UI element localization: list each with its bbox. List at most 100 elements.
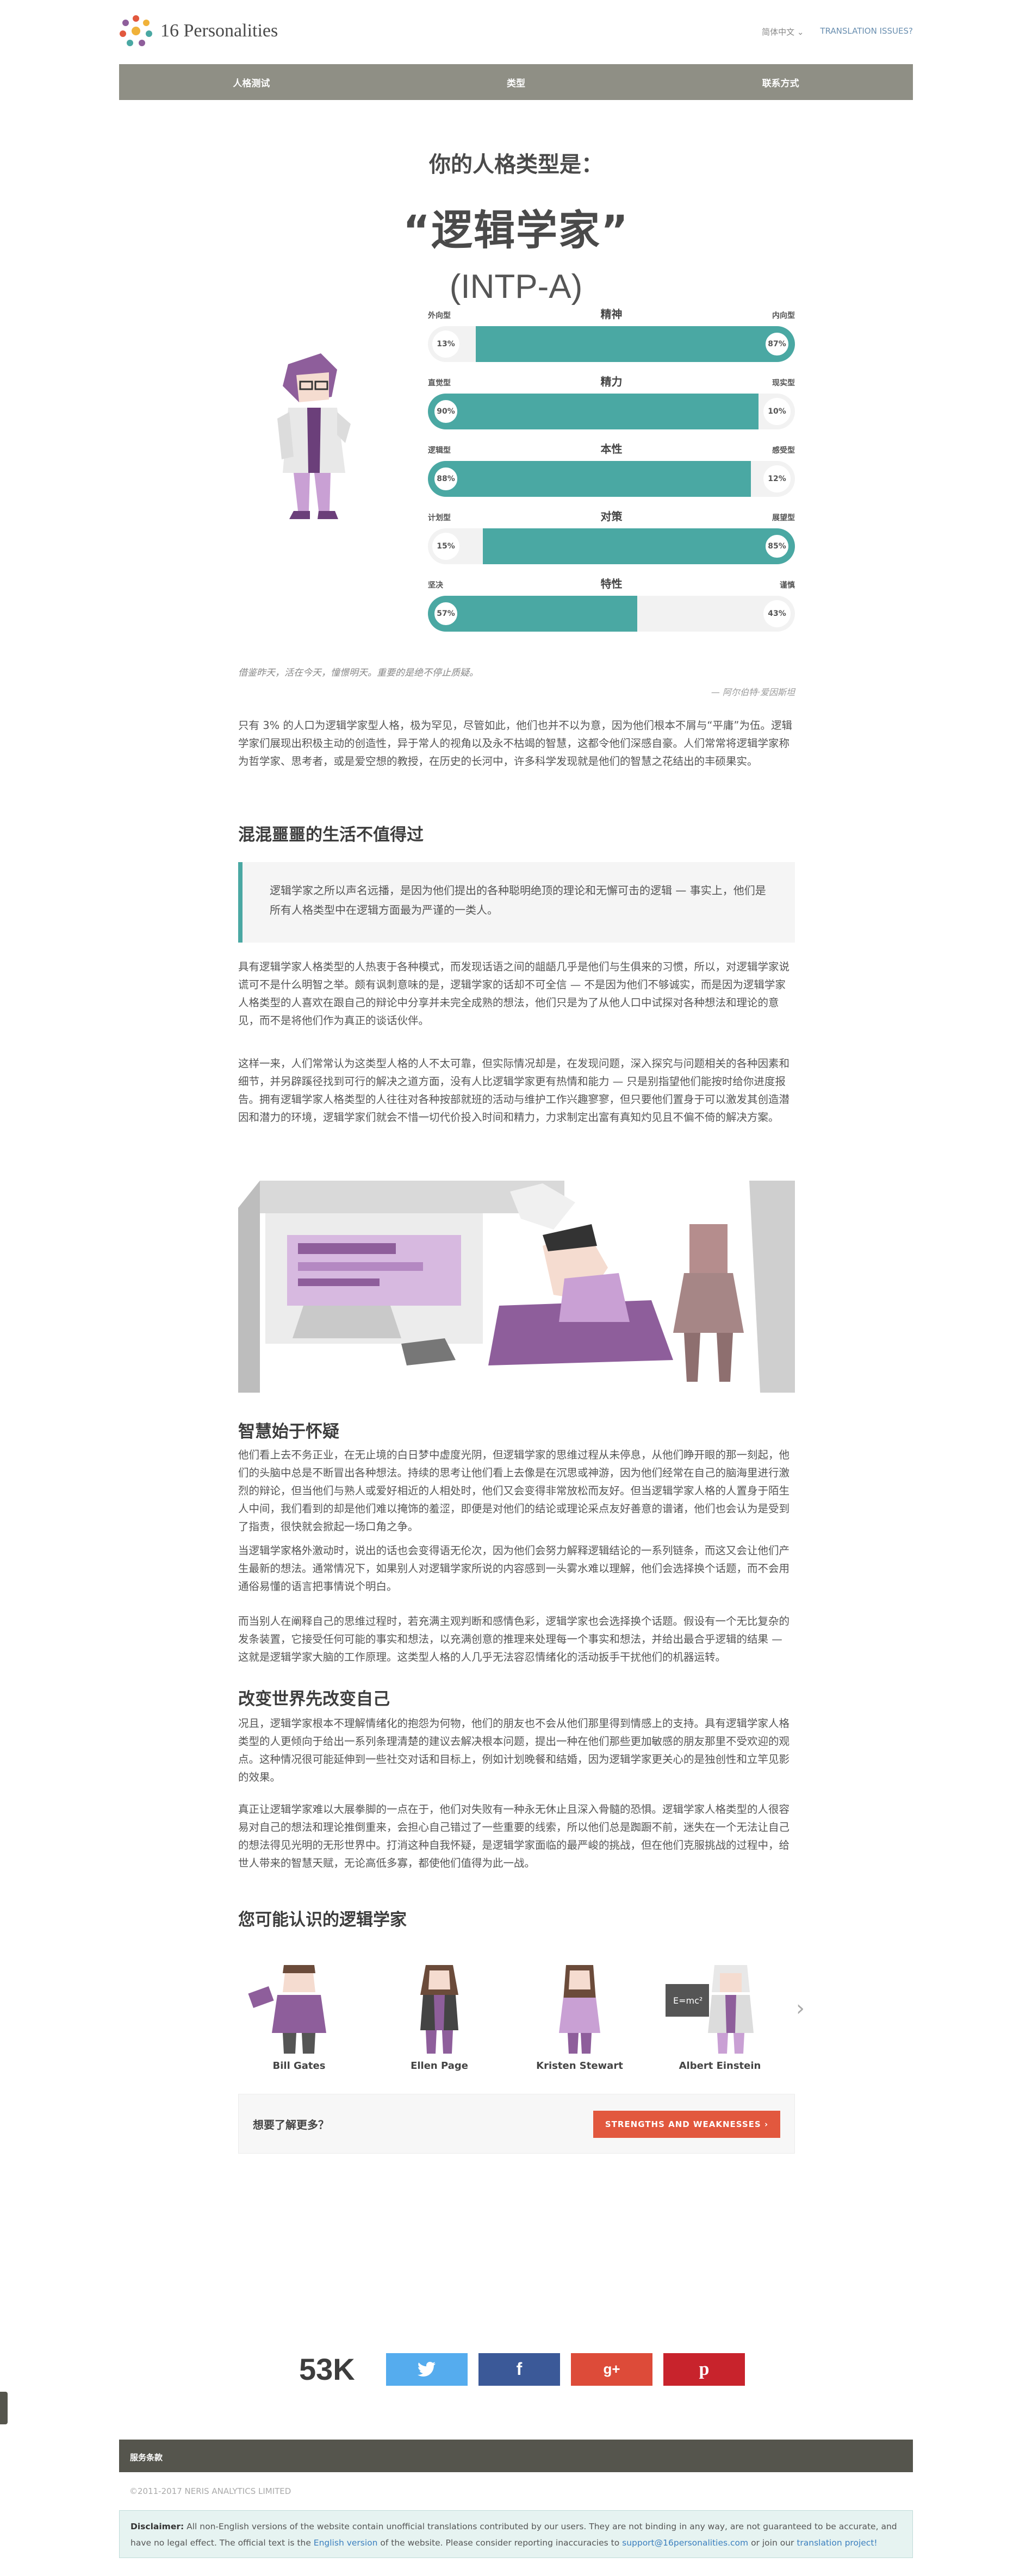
main-nav: 人格测试 类型 联系方式	[119, 64, 913, 100]
trait-right-label: 谨慎	[780, 581, 795, 590]
logician-character-illustration	[277, 353, 351, 519]
paragraph-fear: 真正让逻辑学家难以大展拳脚的一点在于，他们对失败有一种永无休止且深入骨髓的恐惧。…	[238, 1803, 790, 1869]
trait-left-percent: 15%	[432, 533, 459, 560]
trait-right-percent: 85%	[763, 533, 791, 560]
albert-einstein-illustration: E=mc²	[666, 1965, 754, 2054]
copyright: ©2011-2017 NERIS ANALYTICS LIMITED	[129, 2486, 291, 2496]
quote-source: — 阿尔伯特·爱因斯坦	[711, 687, 795, 697]
paragraph-clockwork: 而当别人在阐释自己的思维过程时，若充满主观判断和感情色彩，逻辑学家也会选择换个话…	[238, 1615, 790, 1663]
trait-bar-fill	[475, 326, 795, 362]
type-name: “逻辑学家”	[403, 206, 629, 254]
famous-name: Albert Einstein	[679, 2060, 761, 2072]
trait-row: 坚决 特性 谨慎 57% 43%	[428, 577, 795, 634]
trait-right-percent: 87%	[763, 330, 791, 358]
paragraph-excited: 当逻辑学家格外激动时，说出的话也会变得语无伦次，因为他们会努力解释逻辑结论的一系…	[238, 1544, 790, 1593]
trait-bar: 90% 10%	[428, 394, 795, 429]
english-version-link[interactable]: English version	[314, 2538, 378, 2548]
kristen-stewart-illustration	[559, 1965, 600, 2054]
trait-left-percent: 13%	[432, 330, 459, 358]
learn-more-question: 想要了解更多？	[253, 2118, 329, 2131]
share-count: 53K	[299, 2352, 355, 2386]
trait-category: 对策	[600, 510, 623, 523]
trait-bar: 57% 43%	[428, 596, 795, 632]
section-heading-doubt: 智慧始于怀疑	[238, 1422, 339, 1442]
header-links: 简体中文 ⌄ TRANSLATION ISSUES?	[762, 26, 913, 38]
paragraph-patterns: 具有逻辑学家人格类型的人热衷于各种模式，而发现话语之间的龃龉几乎是他们与生俱来的…	[238, 960, 790, 1027]
trait-row: 直觉型 精力 现实型 90% 10%	[428, 375, 795, 432]
paragraph-reliability: 这样一来，人们常常认为这类型人格的人不太可靠，但实际情况却是，在发现问题，深入探…	[238, 1057, 790, 1124]
twitter-icon	[418, 2361, 436, 2377]
trait-right-label: 内向型	[772, 311, 795, 320]
disclaimer-box: Disclaimer: All non-English versions of …	[119, 2510, 913, 2558]
language-selector[interactable]: 简体中文 ⌄	[762, 26, 804, 38]
share-bar: 53K f g+ p	[299, 2352, 745, 2387]
google-plus-share-button[interactable]: g+	[571, 2353, 652, 2386]
carousel-next-arrow[interactable]: ›	[796, 1996, 805, 2021]
trait-category: 精力	[600, 375, 623, 388]
trait-bar-fill	[428, 394, 759, 429]
site-header: 16 Personalities 简体中文 ⌄ TRANSLATION ISSU…	[119, 0, 913, 60]
trait-bar-fill	[483, 528, 795, 564]
trait-bar-fill	[428, 461, 751, 497]
trait-row: 计划型 对策 展望型 15% 85%	[428, 510, 795, 566]
callout-box: 逻辑学家之所以声名远播，是因为他们提出的各种聪明绝顶的理论和无懈可击的逻辑 — …	[238, 862, 795, 943]
trait-left-percent: 57%	[432, 600, 459, 627]
result-intro: 你的人格类型是：	[429, 152, 603, 177]
type-code: (INTP-A)	[449, 268, 583, 305]
logo-mark-icon	[119, 14, 153, 48]
trait-bar: 88% 12%	[428, 461, 795, 497]
support-email-link[interactable]: support@16personalities.com	[622, 2538, 748, 2548]
trait-row: 外向型 精神 内向型 13% 87%	[428, 308, 795, 364]
trait-category: 特性	[600, 577, 623, 590]
nav-item-contact[interactable]: 联系方式	[648, 64, 913, 100]
intro-paragraph: 只有 3% 的人口为逻辑学家型人格，极为罕见，尽管如此，他们也并不以为意，因为他…	[238, 719, 793, 768]
paragraph-thinking: 他们看上去不务正业，在无止境的白日梦中虚度光阴，但逻辑学家的思维过程从未停息，从…	[238, 1449, 790, 1533]
trait-right-percent: 43%	[763, 600, 791, 627]
famous-name: Kristen Stewart	[536, 2060, 623, 2072]
feedback-side-tab[interactable]	[0, 2392, 8, 2424]
disclaimer-text: of the website. Please consider reportin…	[380, 2538, 620, 2548]
logo-text: 16 Personalities	[160, 21, 278, 41]
trait-right-label: 现实型	[772, 379, 795, 388]
strengths-weaknesses-button[interactable]: STRENGTHS AND WEAKNESSES ›	[593, 2111, 780, 2138]
trait-left-percent: 88%	[432, 465, 459, 492]
section-heading-change: 改变世界先改变自己	[238, 1689, 390, 1709]
section-heading-famous: 您可能认识的逻辑学家	[238, 1910, 407, 1930]
trait-right-label: 感受型	[772, 446, 795, 455]
bill-gates-illustration	[248, 1965, 326, 2054]
disclaimer-label: Disclaimer:	[130, 2522, 184, 2531]
paragraph-emotions: 况且，逻辑学家根本不理解情绪化的抱怨为何物，他们的朋友也不会从他们那里得到情感上…	[238, 1717, 790, 1783]
pinterest-share-button[interactable]: p	[663, 2353, 745, 2386]
trait-right-percent: 10%	[763, 398, 791, 425]
pinterest-icon: p	[699, 2359, 710, 2379]
famous-name: Bill Gates	[272, 2060, 326, 2072]
translation-project-link[interactable]: translation project!	[797, 2538, 877, 2548]
quote-text: 借鉴昨天，活在今天，憧憬明天。重要的是绝不停止质疑。	[238, 668, 478, 678]
twitter-share-button[interactable]	[386, 2353, 468, 2386]
trait-category: 精神	[600, 308, 623, 321]
terms-link[interactable]: 服务条款	[130, 2453, 163, 2462]
learn-more-box: 想要了解更多？ STRENGTHS AND WEAKNESSES ›	[238, 2094, 795, 2154]
nav-item-types[interactable]: 类型	[384, 64, 649, 100]
svg-text:E=mc²: E=mc²	[673, 1995, 702, 2006]
result-title: 你的人格类型是： “逻辑学家” (INTP-A)	[119, 147, 913, 306]
disclaimer-text: or join our	[751, 2538, 794, 2548]
facebook-share-button[interactable]: f	[478, 2353, 560, 2386]
trait-category: 本性	[600, 442, 623, 456]
google-plus-icon: g+	[603, 2361, 620, 2377]
famous-name: Ellen Page	[411, 2060, 468, 2072]
site-logo[interactable]: 16 Personalities	[119, 14, 278, 48]
trait-right-label: 展望型	[772, 514, 795, 522]
ellen-page-illustration	[420, 1965, 458, 2054]
footer-bar: 服务条款	[119, 2440, 913, 2472]
facebook-icon: f	[516, 2359, 523, 2379]
translation-issues-link[interactable]: TRANSLATION ISSUES?	[820, 26, 913, 38]
logician-lab-illustration	[238, 1181, 795, 1393]
trait-bar: 13% 87%	[428, 326, 795, 362]
section-heading-life: 混混噩噩的生活不值得过	[238, 825, 424, 845]
trait-row: 逻辑型 本性 感受型 88% 12%	[428, 442, 795, 499]
trait-left-percent: 90%	[432, 398, 459, 425]
trait-bar: 15% 85%	[428, 528, 795, 564]
nav-item-test[interactable]: 人格测试	[119, 64, 384, 100]
trait-right-percent: 12%	[763, 465, 791, 492]
